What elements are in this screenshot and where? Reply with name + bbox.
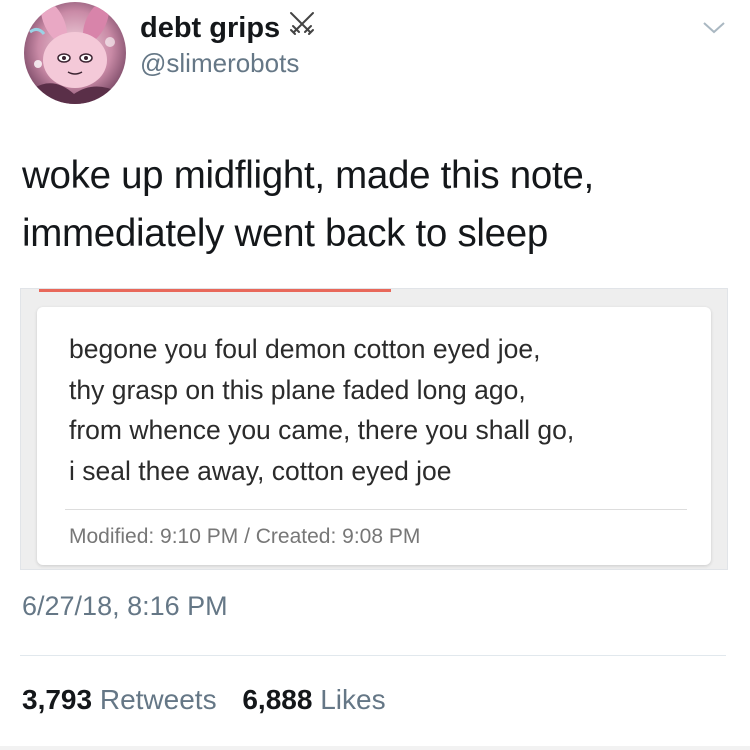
author-handle[interactable]: @slimerobots bbox=[140, 48, 299, 79]
note-line: i seal thee away, cotton eyed joe bbox=[69, 455, 452, 486]
note-progress-bar bbox=[39, 289, 391, 292]
note-card: begone you foul demon cotton eyed joe, t… bbox=[37, 307, 711, 565]
note-meta: Modified: 9:10 PM / Created: 9:08 PM bbox=[69, 525, 421, 548]
tweet-text-line: woke up midflight, made this note, bbox=[22, 154, 594, 197]
tweet-card: debt grips @slimerobots woke up midfligh… bbox=[0, 0, 750, 750]
note-line: thy grasp on this plane faded long ago, bbox=[69, 374, 526, 405]
retweets-stat[interactable]: 3,793 Retweets bbox=[22, 684, 217, 716]
likes-label: Likes bbox=[320, 684, 386, 715]
likes-count: 6,888 bbox=[242, 684, 313, 715]
tweet-stats: 3,793 Retweets 6,888 Likes bbox=[22, 684, 404, 716]
note-line: begone you foul demon cotton eyed joe, bbox=[69, 334, 541, 364]
divider bbox=[20, 655, 726, 656]
retweets-label: Retweets bbox=[99, 684, 217, 715]
crossed-swords-icon bbox=[288, 10, 316, 46]
likes-stat[interactable]: 6,888 Likes bbox=[242, 684, 385, 716]
note-line: from whence you came, there you shall go… bbox=[69, 415, 575, 445]
chevron-down-icon[interactable] bbox=[700, 18, 728, 38]
retweets-count: 3,793 bbox=[22, 684, 93, 715]
author-display-name[interactable]: debt grips bbox=[140, 12, 280, 45]
avatar-image bbox=[24, 2, 126, 104]
note-body: begone you foul demon cotton eyed joe, t… bbox=[69, 329, 574, 491]
attached-note-image[interactable]: begone you foul demon cotton eyed joe, t… bbox=[20, 288, 728, 570]
tweet-text: woke up midflight, made this note, immed… bbox=[22, 147, 732, 263]
note-divider bbox=[65, 509, 687, 510]
bottom-border bbox=[0, 746, 750, 750]
tweet-timestamp[interactable]: 6/27/18, 8:16 PM bbox=[22, 591, 228, 622]
author-display-name-row[interactable]: debt grips bbox=[140, 10, 316, 46]
avatar[interactable] bbox=[24, 2, 126, 104]
tweet-text-line: immediately went back to sleep bbox=[22, 212, 548, 255]
